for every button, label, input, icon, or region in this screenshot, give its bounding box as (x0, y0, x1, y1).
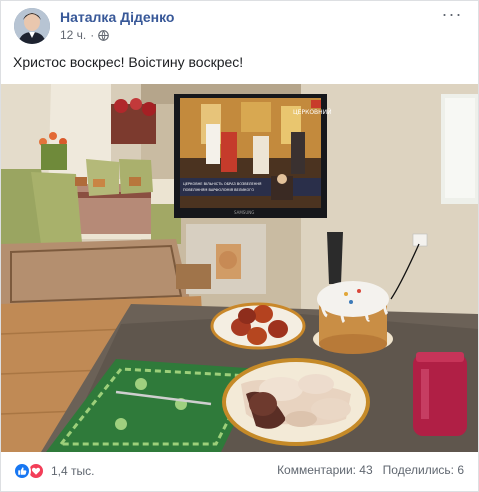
tv-channel-label: ЦЕРКОВНИЙ (293, 109, 332, 116)
post-text: Христос воскрес! Воістину воскрес! (13, 54, 244, 70)
shares-count[interactable]: Поделились: 6 (383, 463, 464, 477)
post-timestamp[interactable]: 12 ч. (60, 28, 86, 42)
more-options-icon[interactable]: ··· (440, 5, 464, 27)
tv-brand: SAMSUNG (234, 210, 254, 215)
globe-icon[interactable] (98, 29, 110, 41)
like-icon (13, 462, 31, 480)
post-meta: 12 ч. · (60, 28, 110, 42)
avatar[interactable] (14, 8, 50, 44)
tv-caption: ЦЕРКОВНЕ ВІЛЬНІСТЬ ОБРАЗ ВОЗВЕЛЕННЯ (183, 182, 262, 186)
comments-count[interactable]: Комментарии: 43 (277, 463, 373, 477)
post-photo[interactable]: ЦЕРКОВНИЙ ЦЕРКОВНЕ ВІЛЬНІСТЬ ОБРАЗ ВОЗВЕ… (1, 84, 478, 452)
tv-caption-line2: ПОВЕЛІННЯМ ВАРФОЛОМІЯ ВЕЛИКОГО (183, 188, 254, 192)
engagement-stats: Комментарии: 43 Поделились: 6 (277, 463, 464, 477)
reactions-summary[interactable]: 1,4 тыс. (13, 461, 94, 481)
reaction-count[interactable]: 1,4 тыс. (51, 464, 94, 478)
post-header: Наталка Діденко 12 ч. · ··· (1, 1, 478, 49)
meta-separator: · (90, 28, 95, 42)
author-name[interactable]: Наталка Діденко (60, 9, 174, 25)
facebook-post: Наталка Діденко 12 ч. · ··· Христос воск… (0, 0, 479, 492)
